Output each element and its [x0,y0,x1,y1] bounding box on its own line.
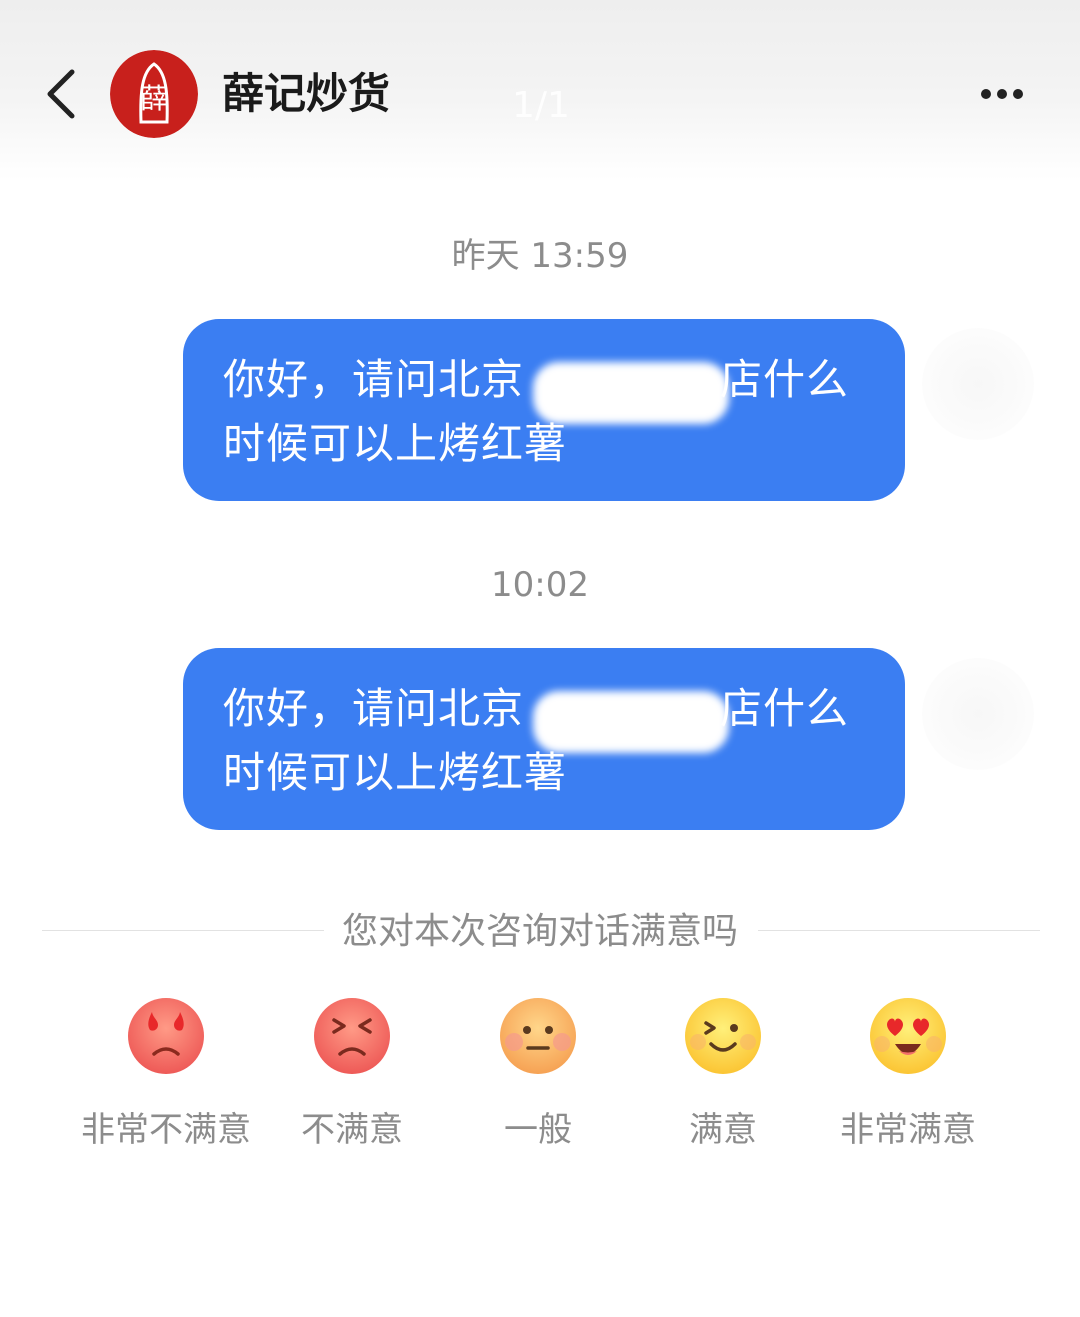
user-avatar [922,328,1034,440]
shop-avatar[interactable]: 薛 [110,50,198,138]
more-options-button[interactable] [964,74,1040,114]
very-angry-face-icon [128,998,204,1074]
message-text-start: 你好，请问北京 [223,355,525,404]
shop-logo-char: 薛 [140,82,168,115]
message-bubble[interactable]: 你好，请问北京 店什么时候可以上烤红薯 [183,648,905,830]
chat-header: 薛 薛记炒货 1/1 [0,0,1080,180]
message-text-start: 你好，请问北京 [223,684,525,733]
redaction-mark [533,362,729,424]
shop-logo-icon: 薛 [110,50,198,138]
chevron-left-icon [47,69,75,119]
heart-eyes-face-icon [870,998,946,1074]
rating-label: 非常满意 [840,1110,976,1150]
message-text: 你好，请问北京 店什么时候可以上烤红薯 [223,348,873,476]
survey-question: 您对本次咨询对话满意吗 [341,911,738,952]
rating-very-satisfied[interactable]: 非常满意 [798,996,1018,1166]
neutral-face-icon [500,998,576,1074]
message-timestamp: 昨天 13:59 [451,236,629,276]
angry-face-icon [314,998,390,1074]
user-avatar [922,658,1034,770]
back-button[interactable] [36,60,92,128]
redaction-mark [533,691,729,753]
message-text: 你好，请问北京 店什么时候可以上烤红薯 [223,677,873,805]
more-dots-icon [981,89,1023,99]
message-timestamp: 10:02 [491,565,589,605]
message-bubble[interactable]: 你好，请问北京 店什么时候可以上烤红薯 [183,319,905,501]
smiling-face-icon [685,998,761,1074]
shop-name: 薛记炒货 [222,69,391,118]
page-indicator: 1/1 [512,85,570,126]
